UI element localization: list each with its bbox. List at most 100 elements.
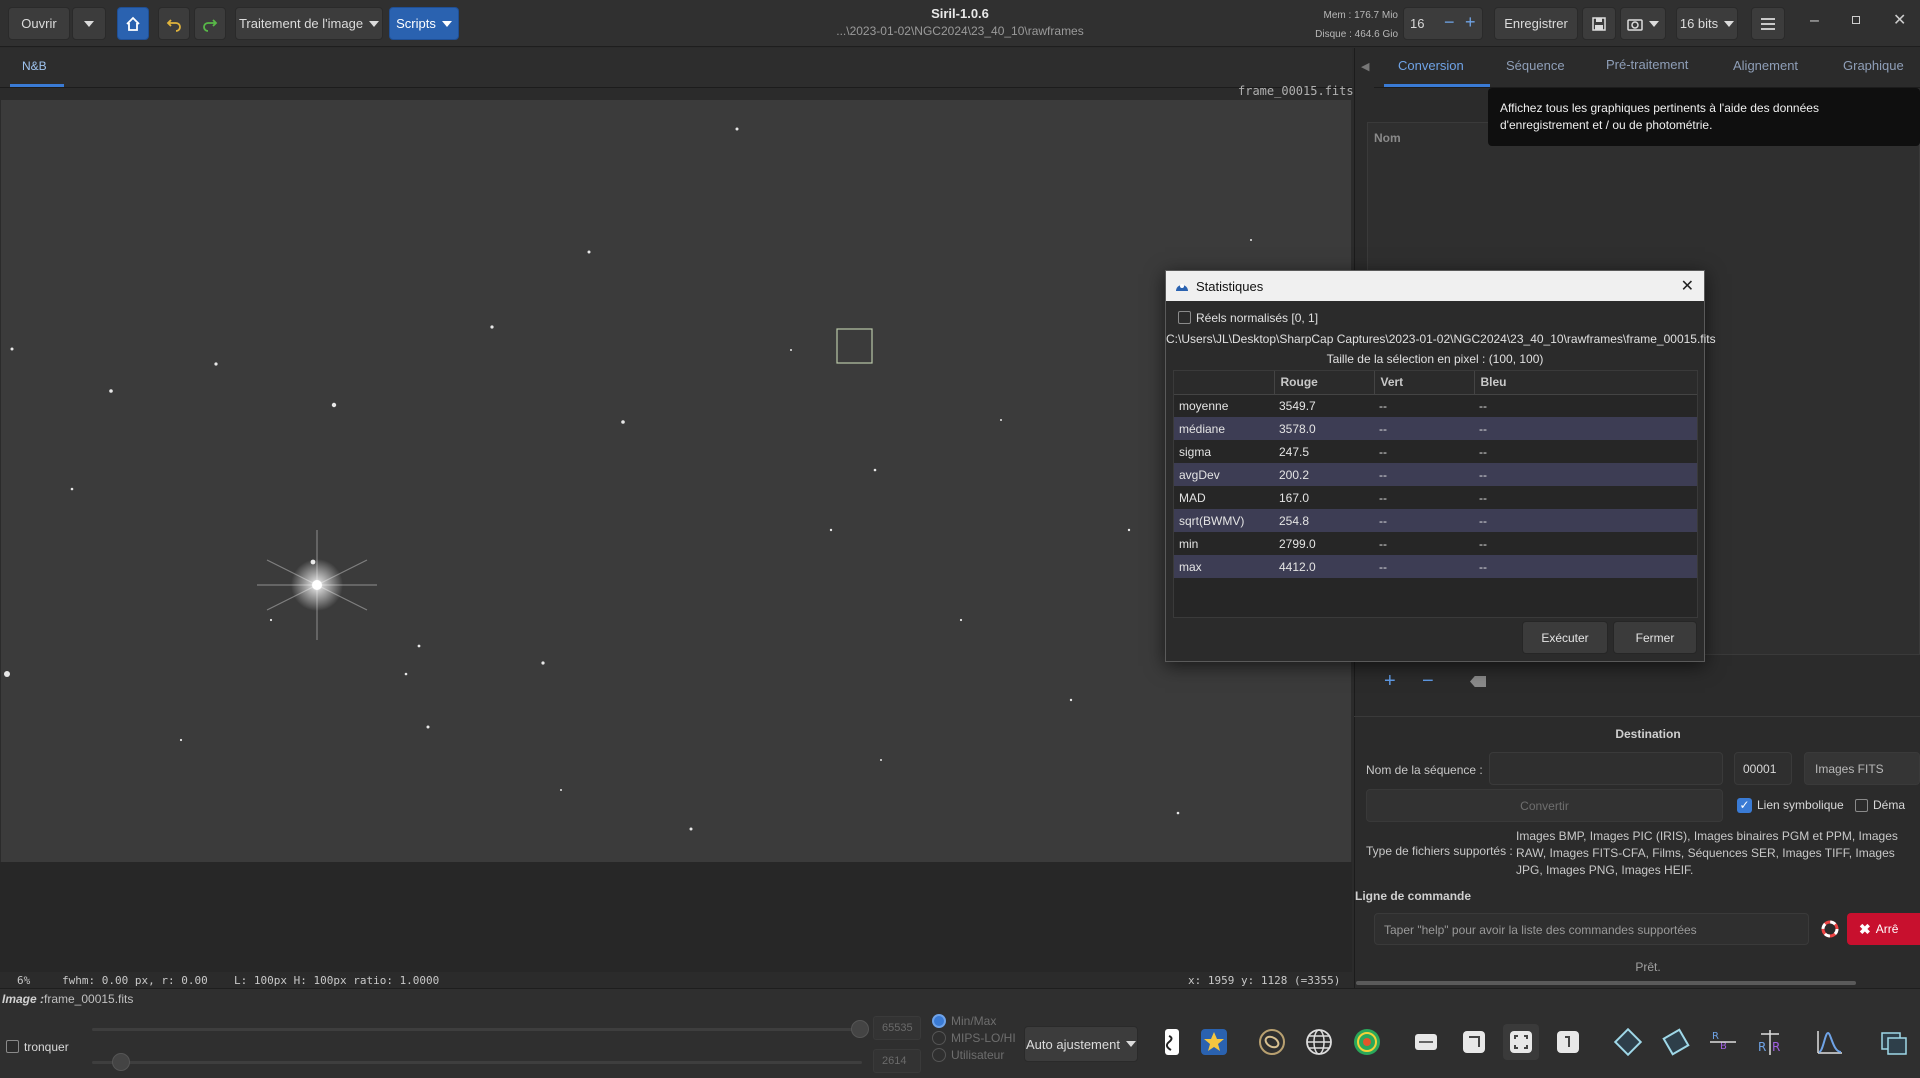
radio-mips[interactable] [932,1031,946,1045]
image-viewer[interactable] [1,100,1351,862]
column-header-red[interactable]: Rouge [1274,371,1375,395]
table-row[interactable]: sigma 247.5 -- -- [1174,440,1697,463]
flip-horizontal-button[interactable] [1610,1024,1646,1060]
photometry-button[interactable] [1254,1024,1290,1060]
tab-mono[interactable]: N&B [22,59,47,73]
rgb-align-button[interactable]: RB [1705,1024,1741,1060]
output-type-dropdown[interactable]: Images FITS [1804,752,1920,785]
rotate-button[interactable] [1550,1024,1586,1060]
low-slider-handle[interactable] [112,1053,130,1071]
cut-button[interactable] [1408,1024,1444,1060]
cell-blue: -- [1474,555,1697,578]
cell-blue: -- [1474,509,1697,532]
execute-button[interactable]: Exécuter [1522,621,1608,654]
viewer-empty-area [0,862,1352,972]
tab-sequence[interactable]: Séquence [1506,58,1565,73]
minus-icon[interactable]: − [1444,12,1455,33]
bit-depth-selector[interactable]: 16 bits [1676,7,1738,40]
redo-button[interactable] [194,7,226,40]
chevron-down-icon [84,20,94,27]
remove-files-icon[interactable]: − [1422,670,1434,693]
dialog-close-icon[interactable]: ✕ [1681,276,1694,296]
astrometry-button[interactable] [1301,1024,1337,1060]
chevron-down-icon [1649,20,1659,27]
star-field-image[interactable] [1,100,1351,862]
row-label: sigma [1174,440,1274,463]
star-detection-button[interactable] [1196,1024,1232,1060]
plus-icon[interactable]: + [1465,12,1476,33]
low-threshold-slider[interactable] [92,1061,862,1064]
status-text: Prêt. [1635,960,1661,974]
high-slider-handle[interactable] [851,1020,869,1038]
stats-table: Rouge Vert Bleu moyenne 3549.7 -- -- médian… [1174,371,1697,578]
cell-red: 254.8 [1274,509,1374,532]
cpu-count-spinner[interactable]: 16 − + [1403,7,1483,40]
cell-red: 167.0 [1274,486,1374,509]
scripts-menu[interactable]: Scripts [389,7,459,40]
histogram-button[interactable] [1812,1024,1848,1060]
auto-adjust-dropdown[interactable]: Auto ajustement [1024,1026,1138,1062]
sequence-name-input[interactable] [1489,752,1723,785]
galaxy-icon [1259,1029,1285,1055]
low-value-field[interactable]: 2614 [873,1049,921,1073]
file-list-header-name[interactable]: Nom [1374,131,1401,145]
undo-button[interactable] [158,7,190,40]
windows-button[interactable] [1876,1024,1912,1060]
tab-preprocessing[interactable]: Pré-traitement [1606,57,1688,72]
help-button[interactable] [1815,913,1845,945]
sequence-index-input[interactable]: 00001 [1734,752,1792,785]
table-row[interactable]: avgDev 200.2 -- -- [1174,463,1697,486]
crop-button[interactable] [1456,1024,1492,1060]
svg-text:R: R [1712,1031,1719,1042]
close-window-icon[interactable]: ✕ [1893,10,1906,30]
radio-minmax[interactable] [932,1014,946,1028]
table-row[interactable]: MAD 167.0 -- -- [1174,486,1697,509]
tab-plot[interactable]: Graphique [1843,58,1904,73]
fullscreen-button[interactable] [1503,1024,1539,1060]
stop-button[interactable]: ✖ Arrê [1847,913,1920,945]
rotate-icon [1557,1031,1579,1053]
image-processing-menu[interactable]: Traitement de l'image [235,7,383,40]
undo-icon [166,18,181,32]
table-row[interactable]: max 4412.0 -- -- [1174,555,1697,578]
maximize-icon[interactable] [1852,16,1860,24]
tooltip: Affichez tous les graphiques pertinents … [1488,88,1920,146]
home-button[interactable] [117,7,149,40]
mirror-button[interactable] [1152,1024,1188,1060]
radio-user-label: Utilisateur [951,1048,1005,1062]
save-as-icon [1592,16,1606,31]
truncate-checkbox[interactable] [6,1040,19,1053]
column-header-green[interactable]: Vert [1374,371,1475,395]
save-as-button[interactable] [1582,7,1616,40]
tab-registration[interactable]: Alignement [1733,58,1798,73]
tab-conversion[interactable]: Conversion [1398,58,1464,73]
target-button[interactable] [1349,1024,1385,1060]
high-threshold-slider[interactable] [92,1028,862,1031]
table-row[interactable]: médiane 3578.0 -- -- [1174,417,1697,440]
open-button[interactable]: Ouvrir [8,7,70,40]
close-button[interactable]: Fermer [1613,621,1697,654]
column-header-label[interactable] [1174,371,1275,395]
main-menu-button[interactable] [1751,7,1785,40]
symlink-checkbox[interactable]: ✓ [1737,798,1752,813]
open-dropdown-button[interactable] [72,7,106,40]
table-row[interactable]: moyenne 3549.7 -- -- [1174,394,1697,417]
column-header-blue[interactable]: Bleu [1474,371,1697,395]
collapse-panel-icon[interactable]: ◀ [1361,60,1369,73]
normalized-checkbox[interactable] [1178,311,1191,324]
snapshot-button[interactable] [1620,7,1666,40]
save-button[interactable]: Enregistrer [1494,7,1578,40]
radio-user[interactable] [932,1048,946,1062]
dialog-titlebar[interactable]: Statistiques ✕ [1166,271,1704,301]
command-input[interactable]: Taper "help" pour avoir la liste des com… [1374,913,1809,945]
flip-vertical-button[interactable] [1658,1024,1694,1060]
table-row[interactable]: sqrt(BWMV) 254.8 -- -- [1174,509,1697,532]
table-row[interactable]: min 2799.0 -- -- [1174,532,1697,555]
minimize-icon[interactable]: – [1810,12,1819,30]
high-value-field[interactable]: 65535 [873,1016,921,1040]
rgb-compose-button[interactable]: RR [1752,1024,1788,1060]
convert-button[interactable]: Convertir [1366,789,1723,822]
add-files-icon[interactable]: + [1384,670,1396,693]
debayer-checkbox[interactable] [1855,799,1868,812]
cursor-coordinates: x: 1959 y: 1128 (=3355) [1188,974,1341,987]
